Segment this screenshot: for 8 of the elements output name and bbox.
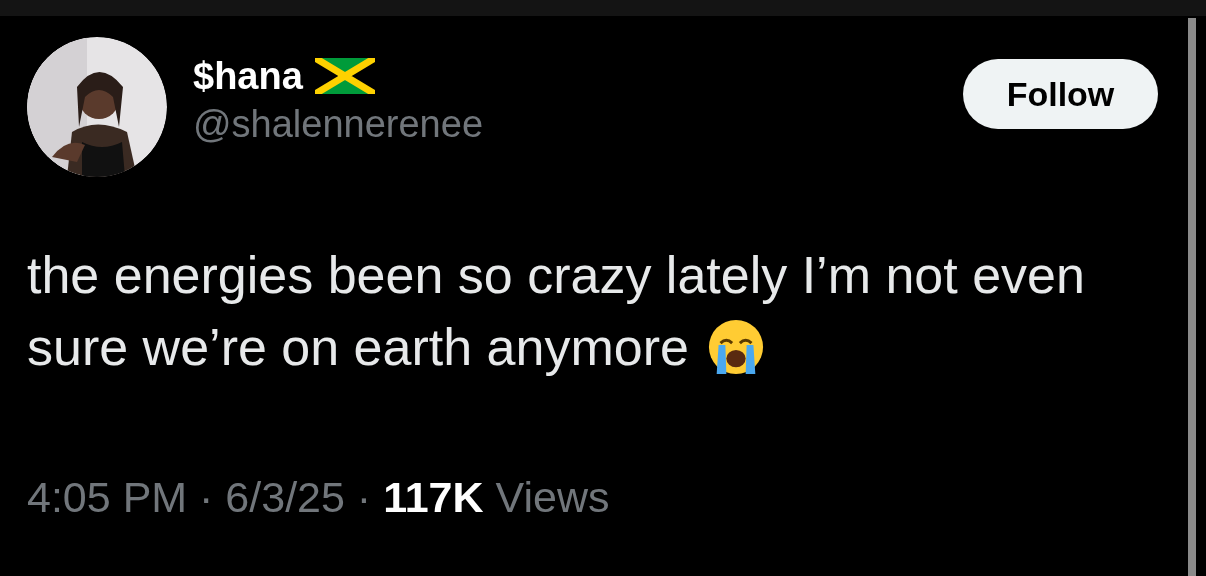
scrollbar[interactable] xyxy=(1188,18,1196,576)
post-text-line: the energies been so crazy lately I’m not even xyxy=(27,245,1085,306)
author-name[interactable]: $hana xyxy=(193,53,303,99)
post-meta: 4:05 PM · 6/3/25 · 117K Views xyxy=(27,473,610,521)
follow-button[interactable]: Follow xyxy=(963,59,1158,129)
post-text-line: sure we’re on earth anymore xyxy=(27,317,689,378)
author-handle[interactable]: @shalennerenee xyxy=(193,99,483,149)
crying-face-icon xyxy=(706,318,765,376)
